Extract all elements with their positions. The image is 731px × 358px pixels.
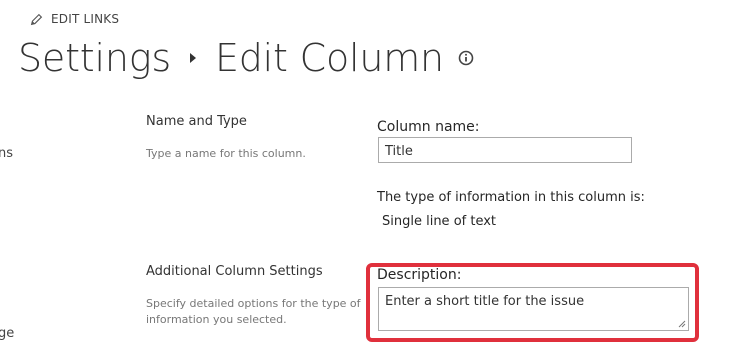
name-and-type-heading: Name and Type	[146, 114, 247, 129]
name-and-type-description: Type a name for this column.	[146, 147, 306, 160]
edit-links-label: EDIT LINKS	[51, 12, 120, 26]
pencil-icon	[30, 13, 43, 25]
page-title-text: Edit Column	[214, 36, 444, 80]
breadcrumb-separator-icon	[189, 52, 197, 64]
column-type-value: Single line of text	[382, 214, 497, 229]
additional-settings-heading: Additional Column Settings	[146, 264, 323, 279]
column-name-value: Title	[385, 144, 413, 159]
info-icon[interactable]	[458, 50, 474, 66]
page-title: Settings Edit Column	[18, 36, 474, 80]
description-label: Description:	[377, 267, 462, 283]
type-info-label: The type of information in this column i…	[377, 190, 645, 205]
breadcrumb-settings-link[interactable]: Settings	[18, 36, 171, 80]
column-name-label: Column name:	[377, 119, 480, 135]
edit-column-page: EDIT LINKS Settings Edit Column ns ge Na…	[0, 0, 731, 358]
additional-settings-description-line-2: information you selected.	[146, 313, 287, 326]
quick-launch-item-fragment[interactable]: ns	[0, 146, 13, 161]
column-name-input[interactable]: Title	[378, 137, 632, 163]
resize-grip-icon[interactable]	[678, 320, 686, 328]
additional-settings-description-line-1: Specify detailed options for the type of	[146, 297, 361, 310]
description-textarea[interactable]: Enter a short title for the issue	[378, 287, 689, 331]
quick-launch-item-fragment[interactable]: ge	[0, 326, 14, 341]
description-value: Enter a short title for the issue	[385, 294, 585, 309]
edit-links-button[interactable]: EDIT LINKS	[30, 12, 119, 26]
